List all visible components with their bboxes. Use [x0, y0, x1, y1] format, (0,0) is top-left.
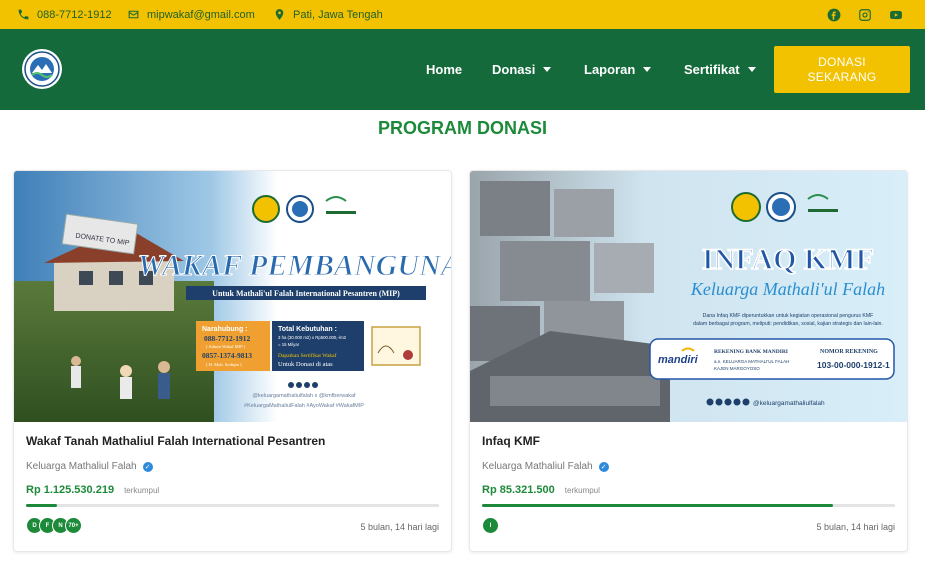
envelope-icon [128, 10, 139, 19]
amount-value: Rp 85.321.500 [482, 484, 555, 496]
donor-count-avatar: 70+ [65, 517, 82, 534]
nav-home-label: Home [426, 62, 463, 77]
site-logo[interactable] [22, 49, 62, 89]
youtube-icon[interactable] [889, 8, 903, 22]
phone-contact[interactable]: 088-7712-1912 [17, 0, 112, 29]
banner-need-line2: = 15 Milyar [278, 342, 300, 347]
campaign-organizer: Keluarga Mathaliul Falah ✓ [482, 461, 609, 472]
banner-contact-title: Narahubung : [202, 326, 248, 333]
time-remaining: 5 bulan, 14 hari lagi [360, 522, 439, 532]
map-pin-icon [275, 9, 284, 20]
caret-down-icon [643, 67, 652, 72]
banner-contact-2-name: ( H. Moh. Sodiqin ) [206, 362, 242, 367]
banner-headline: INFAQ KMF [702, 243, 874, 276]
logo-emblem [24, 51, 60, 87]
email-contact[interactable]: mipwakaf@gmail.com [127, 0, 255, 29]
banner-contact-2: 0857-1374-9813 [202, 351, 252, 360]
banner-artwork: DONATE TO MIP WAKAF PEMBANGUNAN Untuk Ma… [14, 171, 451, 422]
caret-down-icon [747, 67, 756, 72]
donate-now-button[interactable]: DONASI SEKARANG [774, 46, 910, 93]
nav-donasi-label: Donasi [492, 62, 536, 77]
progress-fill [26, 504, 57, 507]
email-text: mipwakaf@gmail.com [147, 8, 255, 21]
banner-cert-line2: Untuk Donasi di atas [278, 361, 333, 368]
location-text: Pati, Jawa Tengah [293, 8, 383, 21]
donor-avatar: I [482, 517, 499, 534]
social-links [827, 0, 903, 29]
banner-desc-line2: dalam berbagai program, meliputi: pendid… [693, 321, 883, 327]
amount-suffix: terkumpul [124, 486, 160, 495]
banner-handles: @keluargamathaliulfalah x @kmfberwakaf [252, 393, 356, 399]
banner-headline: WAKAF PEMBANGUNAN [138, 249, 451, 282]
nav-laporan-label: Laporan [584, 62, 636, 77]
banner-need-title: Total Kebutuhan : [278, 326, 337, 333]
banner-subheadline: Untuk Mathali'ul Falah International Pes… [212, 289, 400, 298]
banner-need-line1: 3 ha (30.000 m2) x Rp500.000,-/m2 [278, 335, 347, 340]
banner-cert-line1: Dapatkan Sertifikat Wakaf [278, 352, 337, 359]
nav-sertifikat-label: Sertifikat [684, 62, 740, 77]
time-remaining: 5 bulan, 14 hari lagi [816, 522, 895, 532]
campaign-banner[interactable]: DONATE TO MIP WAKAF PEMBANGUNAN Untuk Ma… [14, 171, 451, 422]
campaign-title[interactable]: Wakaf Tanah Mathaliul Falah Internationa… [26, 434, 325, 448]
banner-script: Keluarga Mathali'ul Falah [690, 279, 885, 299]
collected-amount: Rp 1.125.530.219 terkumpul [26, 484, 159, 496]
organizer-name: Keluarga Mathaliul Falah [26, 461, 137, 472]
donor-avatars: D F N 70+ [26, 517, 82, 534]
instagram-icon[interactable] [858, 8, 872, 22]
banner-hashtags: #KeluargaMathaliulFalah #AyoWakaf #Wakaf… [244, 403, 364, 409]
donate-now-line1: DONASI [818, 55, 866, 69]
banner-artwork: INFAQ KMF Keluarga Mathali'ul Falah Dana… [470, 171, 907, 422]
progress-bar [26, 504, 439, 507]
nav-home[interactable]: Home [426, 62, 462, 77]
collected-amount: Rp 85.321.500 terkumpul [482, 484, 600, 496]
donor-avatars: I [482, 517, 499, 534]
nav-sertifikat[interactable]: Sertifikat [684, 62, 756, 77]
facebook-icon[interactable] [827, 8, 841, 22]
donation-card[interactable]: INFAQ KMF Keluarga Mathali'ul Falah Dana… [469, 170, 908, 552]
bank-logo-text: mandiri [658, 354, 699, 366]
account-number: 103-00-000-1912-1 [817, 360, 890, 370]
donate-now-line2: SEKARANG [807, 70, 877, 84]
campaign-organizer: Keluarga Mathaliul Falah ✓ [26, 461, 153, 472]
amount-suffix: terkumpul [564, 486, 600, 495]
banner-contact-1: 088-7712-1912 [204, 334, 250, 343]
phone-icon [18, 9, 29, 20]
donation-card[interactable]: DONATE TO MIP WAKAF PEMBANGUNAN Untuk Ma… [13, 170, 452, 552]
phone-text: 088-7712-1912 [37, 8, 112, 21]
location-info: Pati, Jawa Tengah [273, 0, 383, 29]
banner-contact-1-name: ( Admin Wakaf MIP ) [206, 344, 246, 349]
caret-down-icon [543, 67, 552, 72]
progress-fill [482, 504, 834, 507]
account-holder-1: a.n. KELUARGA MATHALI'UL FALAH [714, 359, 789, 364]
organizer-name: Keluarga Mathaliul Falah [482, 461, 593, 472]
nav-donasi[interactable]: Donasi [492, 62, 552, 77]
bank-title: REKENING BANK MANDIRI [714, 349, 788, 355]
campaign-banner[interactable]: INFAQ KMF Keluarga Mathali'ul Falah Dana… [470, 171, 907, 422]
top-bar: 088-7712-1912 mipwakaf@gmail.com Pati, J… [0, 0, 925, 29]
main-navbar: Home Donasi Laporan Sertifikat DONASI SE… [0, 29, 925, 110]
account-label: NOMOR REKENING [820, 349, 878, 355]
amount-value: Rp 1.125.530.219 [26, 484, 115, 496]
section-title: PROGRAM DONASI [377, 118, 547, 138]
banner-handle: @keluargamathaliulfalah [753, 400, 825, 407]
verified-badge-icon: ✓ [598, 461, 609, 472]
progress-bar [482, 504, 895, 507]
banner-desc-line1: Dana Infaq KMF diperuntukkan untuk kegia… [703, 313, 874, 319]
account-holder-2: KAJEN MARGOYOSO [714, 366, 760, 371]
verified-badge-icon: ✓ [142, 461, 153, 472]
nav-laporan[interactable]: Laporan [584, 62, 652, 77]
campaign-title[interactable]: Infaq KMF [482, 434, 540, 448]
